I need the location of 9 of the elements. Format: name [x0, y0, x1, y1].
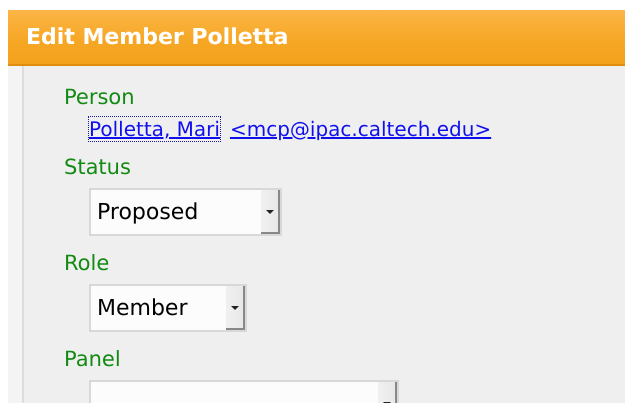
dropdown[interactable]: Proposed — [89, 188, 282, 236]
panel-title: Edit Member Polletta — [26, 24, 289, 50]
field-label: Panel — [64, 346, 122, 373]
field-label: Status — [64, 154, 132, 181]
dropdown[interactable]: Member — [89, 284, 247, 332]
link[interactable]: <mcp@ipac.caltech.edu> — [228, 116, 492, 142]
field-label: Role — [64, 250, 110, 277]
field-label: Person — [64, 84, 136, 111]
link[interactable]: Polletta, Mari — [88, 116, 221, 142]
